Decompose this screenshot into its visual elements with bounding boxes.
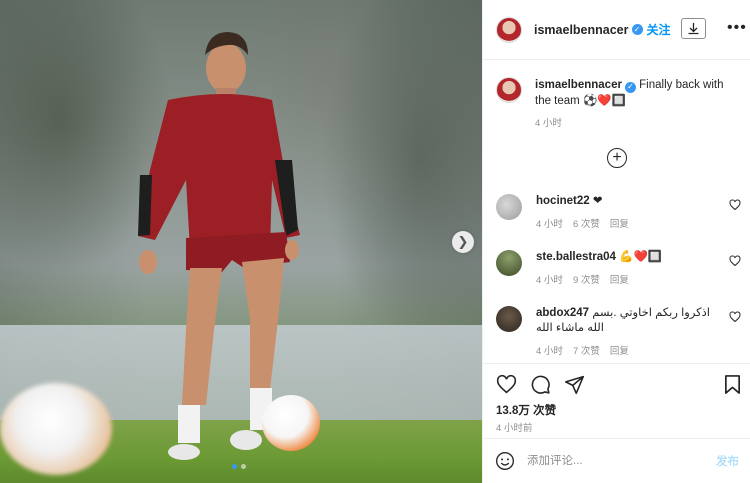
comment-avatar[interactable]: [496, 250, 522, 276]
plus-circle-icon: +: [612, 149, 622, 166]
author-username[interactable]: ismaelbennacer: [534, 23, 629, 37]
load-more-comments-button[interactable]: +: [607, 148, 627, 168]
post-comment-button[interactable]: 发布: [716, 453, 739, 469]
comment-time: 4 小时: [536, 219, 563, 230]
comment-avatar[interactable]: [496, 194, 522, 220]
download-icon: [688, 23, 699, 35]
soccer-ball-foreground: [0, 383, 112, 475]
carousel-dot: [241, 464, 246, 469]
like-comment-heart-icon[interactable]: [729, 255, 741, 267]
more-options-button[interactable]: •••: [727, 20, 747, 36]
verified-badge-icon: ✓: [624, 81, 636, 93]
like-comment-heart-icon[interactable]: [729, 311, 741, 323]
like-heart-icon[interactable]: [496, 374, 517, 395]
comment-item: hocinet22 ❤ 4 小时 6 次赞 回复: [496, 194, 741, 232]
like-comment-heart-icon[interactable]: [729, 199, 741, 211]
follow-button[interactable]: 关注: [647, 21, 671, 38]
comment-username[interactable]: hocinet22: [536, 195, 590, 207]
post-timestamp[interactable]: 4 小时前: [496, 420, 532, 434]
post-actions: 13.8万 次赞 4 小时前: [483, 363, 750, 438]
author-avatar[interactable]: [496, 16, 522, 43]
reply-button[interactable]: 回复: [610, 273, 629, 288]
soccer-ball: [262, 395, 320, 451]
post-sidebar: ismaelbennacer ✓ 关注 ••• ismaelbennacer ✓ …: [482, 0, 750, 483]
comment-icon[interactable]: [530, 374, 551, 395]
comment-likes[interactable]: 6 次赞: [573, 217, 600, 232]
comment-text: ❤: [592, 195, 603, 207]
comment-item: abdox247 اذكروا ربكم اخاوتي .بسم الله ما…: [496, 306, 741, 359]
chevron-right-icon: ❯: [457, 234, 469, 249]
likes-count[interactable]: 13.8万 次赞: [496, 402, 556, 418]
download-button[interactable]: [681, 18, 706, 39]
carousel-indicator: [232, 464, 246, 469]
share-icon[interactable]: [564, 374, 585, 395]
post-photo[interactable]: ❯: [0, 0, 482, 483]
verified-badge-icon: ✓: [631, 24, 643, 35]
caption-avatar[interactable]: [496, 77, 522, 103]
comment-input[interactable]: [527, 455, 697, 467]
carousel-dot-active: [232, 464, 237, 469]
emoji-icon[interactable]: [495, 451, 515, 471]
comment-text: 💪❤️🔲: [619, 251, 663, 263]
comment-time: 4 小时: [536, 275, 563, 286]
next-image-button[interactable]: ❯: [452, 231, 474, 253]
reply-button[interactable]: 回复: [610, 217, 629, 232]
comment-likes[interactable]: 9 次赞: [573, 273, 600, 288]
comment-item: ste.ballestra04 💪❤️🔲 4 小时 9 次赞 回复: [496, 250, 741, 288]
caption-time: 4 小时: [535, 118, 562, 129]
caption-username[interactable]: ismaelbennacer: [535, 79, 622, 91]
bookmark-icon[interactable]: [723, 374, 742, 395]
comment-avatar[interactable]: [496, 306, 522, 332]
comment-username[interactable]: ste.ballestra04: [536, 251, 616, 263]
comment-username[interactable]: abdox247: [536, 307, 589, 319]
comment-time: 4 小时: [536, 346, 563, 357]
add-comment-bar: 发布: [483, 438, 750, 483]
comment-likes[interactable]: 7 次赞: [573, 344, 600, 359]
reply-button[interactable]: 回复: [610, 344, 629, 359]
post-header: ismaelbennacer ✓ 关注 •••: [483, 0, 750, 60]
post-caption: ismaelbennacer ✓ Finally back with the te…: [496, 77, 741, 132]
